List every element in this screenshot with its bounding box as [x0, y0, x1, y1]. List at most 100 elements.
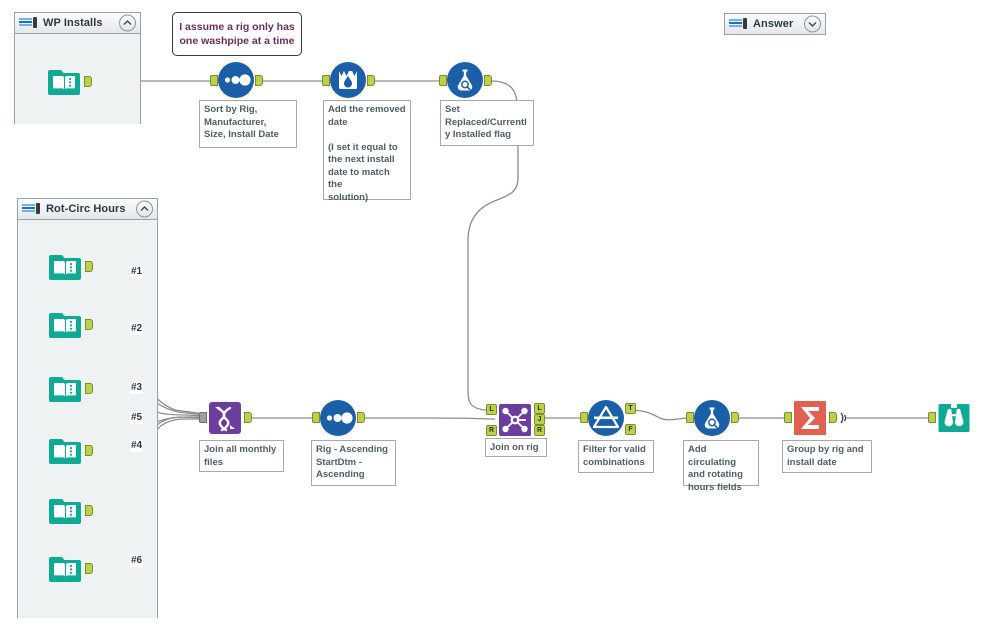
book-input-icon: [49, 313, 81, 338]
comment-washpipe-assumption[interactable]: I assume a rig only has one washpipe at …: [172, 12, 302, 56]
tool-formula-2[interactable]: [694, 400, 730, 436]
tool-union-1[interactable]: [207, 400, 243, 436]
input-anchor-filter1[interactable]: [580, 412, 588, 423]
output-anchor-rc-3[interactable]: [85, 383, 93, 394]
flask-icon: [447, 62, 483, 98]
book-input-icon: [49, 557, 81, 582]
input-anchor-sort2[interactable]: [312, 412, 320, 423]
note-summarize1: Group by rig and install date: [782, 440, 872, 473]
binoculars-icon: [938, 404, 970, 432]
note-text: Add the removed date (I set it equal to …: [328, 104, 406, 203]
note-union1: Join all monthly files: [199, 440, 284, 472]
container-icon: [19, 17, 37, 29]
note-formula2: Add circulating and rotating hours field…: [683, 440, 759, 493]
note-text: Join all monthly files: [204, 444, 277, 468]
comment-text: I assume a rig only has one washpipe at …: [179, 20, 295, 47]
output-anchor-summarize1[interactable]: [829, 412, 837, 423]
input-anchor-union1[interactable]: [199, 412, 207, 423]
note-sort1: Sort by Rig, Manufacturer, Size, Install…: [199, 100, 297, 148]
note-filter1: Filter for valid combinations: [578, 440, 654, 473]
output-anchor-join-left[interactable]: L: [534, 403, 545, 414]
output-anchor-join-right[interactable]: R: [534, 425, 545, 436]
anchor-label: T: [628, 405, 633, 412]
tool-input-data-wp-installs[interactable]: [46, 63, 82, 99]
output-anchor-formula1[interactable]: [484, 75, 492, 86]
chevron-down-icon[interactable]: [804, 15, 821, 33]
output-anchor-rc-2[interactable]: [85, 319, 93, 330]
input-anchor-join-right[interactable]: R: [486, 425, 497, 436]
anchor-label: R: [488, 427, 495, 434]
output-anchor-formula2[interactable]: [731, 412, 739, 423]
container-header-wp-installs[interactable]: WP Installs: [15, 13, 140, 34]
input-anchor-browse1[interactable]: [928, 412, 936, 423]
input-anchor-sort1[interactable]: [210, 75, 218, 86]
tool-summarize-1[interactable]: [792, 400, 828, 436]
book-input-icon: [49, 439, 81, 464]
container-icon: [22, 203, 40, 215]
container-answer[interactable]: Answer: [724, 13, 826, 35]
input-anchor-summarize1[interactable]: [784, 412, 792, 423]
anchor-label: R: [536, 427, 543, 434]
tool-join-1[interactable]: [497, 402, 533, 438]
output-anchor-join-join[interactable]: J: [534, 414, 545, 425]
book-input-icon: [49, 255, 81, 280]
output-anchor-input-wp-installs[interactable]: [84, 76, 92, 87]
input-anchor-join-left[interactable]: L: [486, 404, 497, 415]
tool-input-data-rc-5[interactable]: [47, 492, 83, 528]
container-header-answer[interactable]: Answer: [725, 14, 825, 34]
tool-input-data-rc-6[interactable]: [47, 550, 83, 586]
input-anchor-multirow1[interactable]: [322, 75, 330, 86]
tool-browse-1[interactable]: [936, 400, 972, 436]
anchor-label: F: [628, 426, 633, 433]
container-header-rot-circ-hours[interactable]: Rot-Circ Hours: [18, 199, 157, 220]
tool-sort-2[interactable]: [320, 400, 356, 436]
tool-sort-1[interactable]: [218, 62, 254, 98]
tool-input-data-rc-4[interactable]: [47, 432, 83, 468]
container-title: WP Installs: [43, 17, 103, 29]
flask-icon: [694, 400, 730, 436]
sigma-icon: [794, 401, 826, 435]
book-input-icon: [48, 70, 80, 95]
book-input-icon: [49, 499, 81, 524]
output-anchor-sort1[interactable]: [255, 75, 263, 86]
note-text: Set Replaced/Currentl y Installed flag: [445, 104, 527, 141]
output-anchor-rc-4[interactable]: [85, 445, 93, 456]
connection-label-3: #3: [130, 382, 144, 394]
output-anchor-multirow1[interactable]: [367, 75, 375, 86]
input-anchor-formula2[interactable]: [686, 412, 694, 423]
output-anchor-rc-5[interactable]: [85, 505, 93, 516]
note-sort2: Rig - Ascending StartDtm - Ascending: [311, 440, 396, 486]
tool-multi-row-formula-1[interactable]: [330, 62, 366, 98]
join-icon: [499, 404, 531, 436]
note-formula1: Set Replaced/Currentl y Installed flag: [440, 100, 534, 146]
container-icon: [729, 18, 747, 30]
input-anchor-formula1[interactable]: [439, 75, 447, 86]
tool-formula-1[interactable]: [447, 62, 483, 98]
connection-label-6: #6: [130, 555, 144, 567]
output-anchor-rc-6[interactable]: [85, 563, 93, 574]
connection-label-4: #4: [130, 440, 144, 452]
tool-input-data-rc-3[interactable]: [47, 370, 83, 406]
multi-row-formula-icon: [330, 62, 366, 98]
connection-label-2: #2: [130, 323, 144, 335]
workflow-canvas[interactable]: WP Installs Rot-Circ Hours Answer I assu…: [0, 0, 999, 629]
anchor-label: L: [537, 405, 542, 412]
note-multirow1: Add the removed date (I set it equal to …: [323, 100, 411, 203]
broadcast-icon: [840, 412, 847, 424]
sort-icon: [320, 400, 356, 436]
union-icon: [209, 402, 241, 434]
output-anchor-filter-false[interactable]: F: [625, 424, 636, 435]
note-text: Group by rig and install date: [787, 444, 864, 468]
note-text: Join on rig: [490, 442, 539, 453]
tool-filter-1[interactable]: [588, 400, 624, 436]
output-anchor-sort2[interactable]: [357, 412, 365, 423]
output-anchor-rc-1[interactable]: [85, 261, 93, 272]
tool-input-data-rc-1[interactable]: [47, 248, 83, 284]
chevron-up-icon[interactable]: [119, 14, 136, 32]
output-anchor-union1[interactable]: [244, 412, 252, 423]
tool-input-data-rc-2[interactable]: [47, 306, 83, 342]
container-title: Rot-Circ Hours: [46, 203, 126, 215]
output-anchor-filter-true[interactable]: T: [625, 403, 636, 414]
anchor-label: L: [489, 406, 494, 413]
chevron-up-icon[interactable]: [136, 200, 153, 218]
